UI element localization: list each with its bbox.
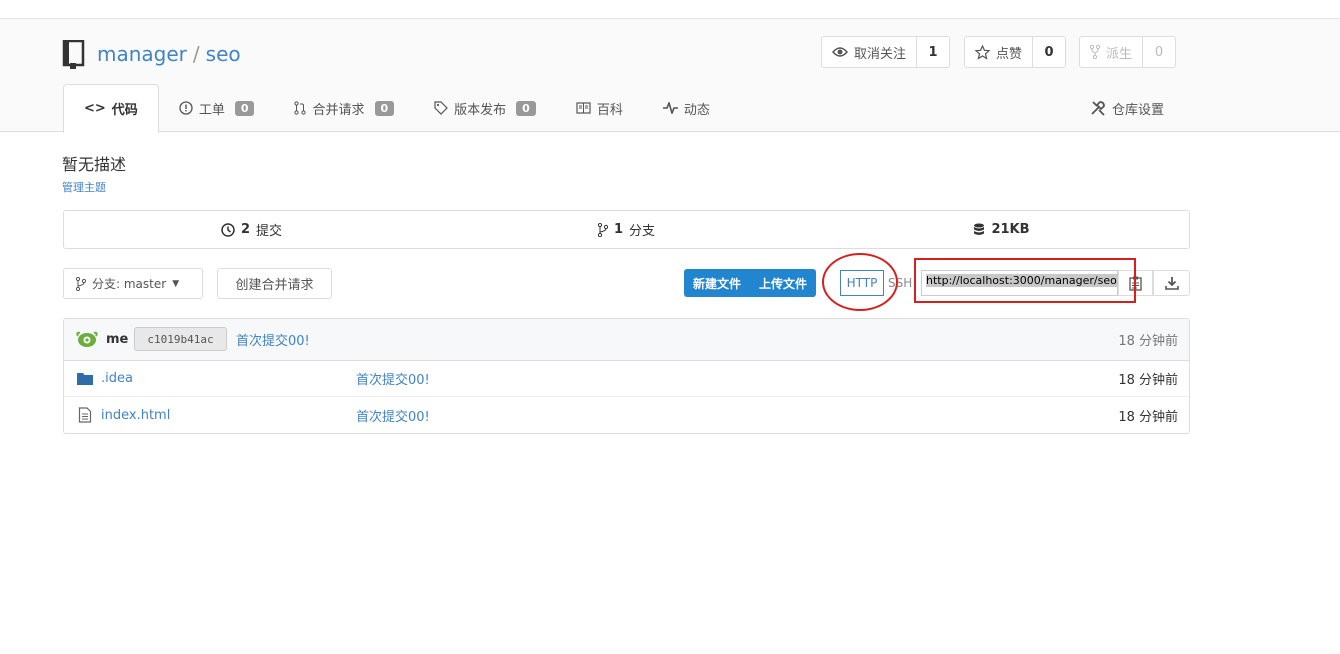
issues-count-badge: 0 bbox=[234, 100, 255, 116]
tab-releases[interactable]: 版本发布 0 bbox=[414, 84, 556, 132]
tab-settings-label: 仓库设置 bbox=[1112, 102, 1165, 118]
commit-message[interactable]: 首次提交00! bbox=[236, 330, 310, 349]
pulse-icon bbox=[662, 102, 678, 114]
star-count[interactable]: 0 bbox=[1033, 37, 1065, 67]
star-button[interactable]: 点赞 bbox=[965, 37, 1034, 67]
file-commit-time: 18 分钟前 bbox=[1118, 373, 1178, 388]
annotation-rectangle bbox=[914, 258, 1136, 303]
file-table: me c1019b41ac 首次提交00! 18 分钟前 .idea 首次提交0… bbox=[63, 318, 1190, 434]
download-button[interactable] bbox=[1153, 270, 1190, 296]
pull-requests-count-badge: 0 bbox=[374, 100, 395, 116]
tag-icon bbox=[434, 101, 449, 115]
branches-label: 分支 bbox=[629, 224, 656, 239]
avatar bbox=[76, 331, 98, 347]
eye-icon bbox=[832, 47, 848, 57]
tab-issues[interactable]: 工单 0 bbox=[159, 84, 275, 132]
code-icon: <> bbox=[84, 101, 106, 116]
fork-count[interactable]: 0 bbox=[1143, 37, 1175, 67]
file-name-link[interactable]: index.html bbox=[101, 408, 170, 423]
size-stat: 21KB bbox=[814, 211, 1189, 248]
branch-selector-dropdown[interactable]: 分支: master ▼ bbox=[63, 268, 203, 299]
tab-wiki-label: 百科 bbox=[596, 102, 623, 118]
folder-icon bbox=[77, 373, 93, 385]
fork-button[interactable]: 派生 bbox=[1080, 37, 1144, 67]
repo-stats-bar: 2 提交 1 分支 21KB bbox=[63, 210, 1190, 249]
repo-description: 暂无描述 bbox=[62, 155, 127, 174]
annotation-circle bbox=[822, 253, 898, 311]
branches-count: 1 bbox=[613, 222, 624, 237]
file-name-link[interactable]: .idea bbox=[101, 371, 133, 386]
file-row: .idea 首次提交00! 18 分钟前 bbox=[64, 361, 1189, 397]
book-icon bbox=[576, 102, 591, 114]
branches-stat[interactable]: 1 分支 bbox=[439, 211, 814, 248]
fork-icon bbox=[1090, 45, 1100, 59]
pull-request-icon bbox=[294, 101, 307, 115]
star-icon bbox=[975, 44, 990, 60]
history-icon bbox=[221, 222, 235, 237]
repo-size: 21KB bbox=[991, 222, 1030, 237]
unwatch-label: 取消关注 bbox=[854, 46, 907, 62]
commit-sha-button[interactable]: c1019b41ac bbox=[134, 327, 227, 351]
branch-icon bbox=[76, 276, 86, 291]
latest-commit-row: me c1019b41ac 首次提交00! 18 分钟前 bbox=[64, 319, 1189, 361]
commits-count: 2 bbox=[240, 222, 251, 237]
star-group: 点赞 0 bbox=[964, 36, 1067, 68]
watch-group: 取消关注 1 bbox=[821, 36, 951, 68]
tab-code[interactable]: <> 代码 bbox=[63, 84, 159, 133]
tab-code-label: 代码 bbox=[111, 103, 138, 118]
repo-name-link[interactable]: seo bbox=[206, 42, 241, 66]
file-commit-message[interactable]: 首次提交00! bbox=[356, 369, 430, 388]
issue-icon bbox=[179, 101, 193, 115]
fork-label: 派生 bbox=[1106, 46, 1133, 62]
tab-pull-requests-label: 合并请求 bbox=[312, 102, 365, 118]
branch-icon bbox=[597, 222, 608, 237]
tab-activity[interactable]: 动态 bbox=[643, 84, 730, 132]
tab-wiki[interactable]: 百科 bbox=[556, 84, 643, 132]
file-row: index.html 首次提交00! 18 分钟前 bbox=[64, 397, 1189, 433]
tab-settings[interactable]: 仓库设置 bbox=[1090, 84, 1164, 132]
file-actions-group: 新建文件 上传文件 bbox=[684, 269, 817, 297]
new-pull-request-button[interactable]: 创建合并请求 bbox=[217, 268, 332, 299]
commit-time: 18 分钟前 bbox=[1118, 334, 1178, 349]
repo-book-icon bbox=[62, 40, 85, 69]
tab-activity-label: 动态 bbox=[683, 102, 710, 118]
tab-issues-label: 工单 bbox=[198, 102, 225, 118]
unwatch-button[interactable]: 取消关注 bbox=[822, 37, 918, 67]
upload-file-button[interactable]: 上传文件 bbox=[750, 269, 816, 297]
download-icon bbox=[1164, 277, 1179, 290]
commits-label: 提交 bbox=[256, 224, 283, 239]
commits-stat[interactable]: 2 提交 bbox=[64, 211, 439, 248]
caret-down-icon: ▼ bbox=[172, 278, 180, 289]
file-text-icon bbox=[78, 407, 92, 423]
repo-title: manager / seo bbox=[97, 42, 241, 66]
branch-selector-label: 分支: master bbox=[92, 277, 167, 291]
database-icon bbox=[974, 223, 985, 235]
commit-author[interactable]: me bbox=[106, 332, 128, 347]
star-label: 点赞 bbox=[996, 46, 1023, 62]
tab-pull-requests[interactable]: 合并请求 0 bbox=[274, 84, 414, 132]
watch-count[interactable]: 1 bbox=[917, 37, 949, 67]
manage-topics-link[interactable]: 管理主题 bbox=[62, 179, 106, 195]
tab-releases-label: 版本发布 bbox=[454, 102, 507, 118]
releases-count-badge: 0 bbox=[516, 100, 536, 116]
repo-tabs: <> 代码 工单 0 合并请求 0 版本发布 0 百科 动态 bbox=[63, 84, 730, 133]
repo-separator: / bbox=[192, 42, 200, 66]
new-file-button[interactable]: 新建文件 bbox=[684, 269, 750, 297]
fork-group: 派生 0 bbox=[1079, 36, 1177, 68]
tools-icon bbox=[1091, 101, 1105, 116]
repo-owner-link[interactable]: manager bbox=[97, 42, 187, 66]
file-commit-message[interactable]: 首次提交00! bbox=[356, 406, 430, 425]
file-commit-time: 18 分钟前 bbox=[1118, 409, 1178, 425]
